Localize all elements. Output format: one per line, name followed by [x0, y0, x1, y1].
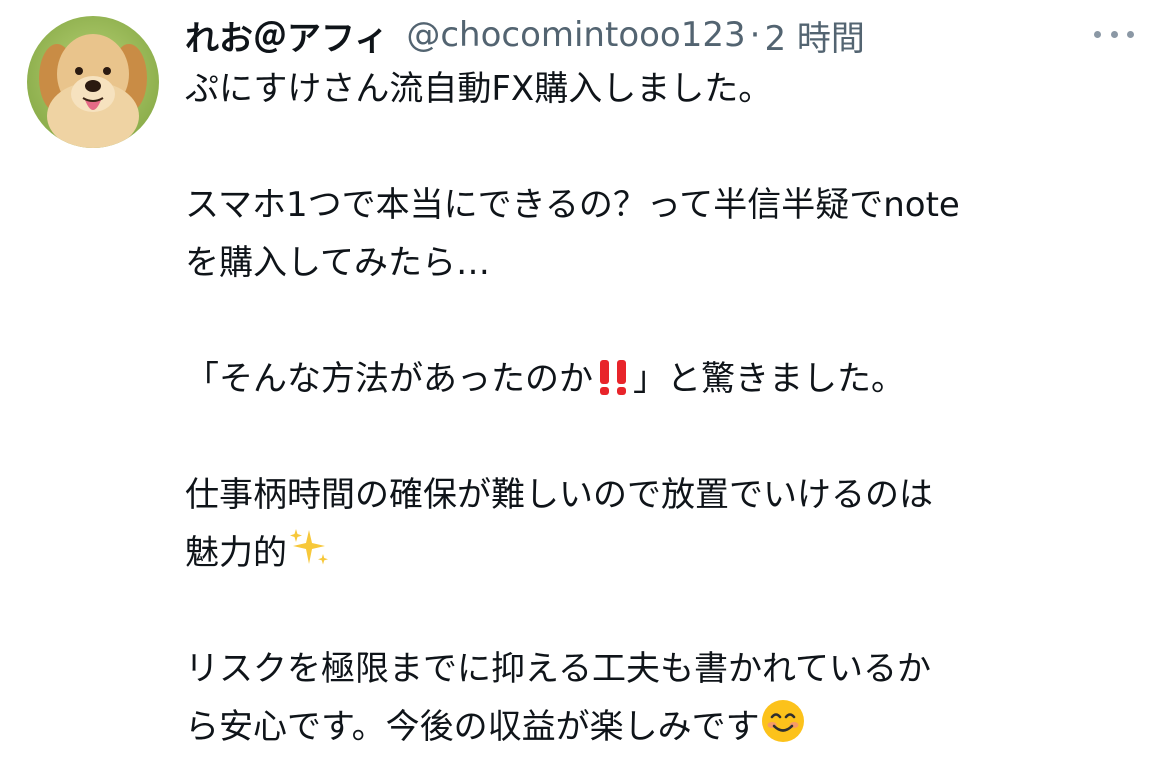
ellipsis-icon	[1127, 30, 1134, 38]
ellipsis-icon	[1094, 30, 1101, 38]
double-exclamation-icon	[593, 356, 633, 414]
display-name[interactable]: れお＠アフィ	[185, 11, 388, 60]
tweet-text-span: 」と驚きました。	[633, 359, 905, 399]
tweet-line: 「そんな方法があったのか 」と驚きました。	[185, 350, 1145, 408]
tweet-text: ぷにすけさん流自動FX購入しました。 スマホ1つで本当にできるの？って半信半疑で…	[185, 60, 1145, 756]
tweet-line: スマホ1つで本当にできるの？って半信半疑でnote	[185, 185, 960, 225]
sparkles-icon	[287, 526, 331, 588]
tweet-line: 仕事柄時間の確保が難しいので放置でいけるのは	[185, 475, 933, 515]
smiling-face-icon	[760, 698, 806, 762]
tweet-text-span: 魅力的	[185, 533, 287, 573]
dog-avatar-icon	[27, 16, 159, 148]
tweet-line: ら安心です。今後の収益が楽しみです	[185, 698, 1145, 756]
tweet-line: を購入してみたら…	[185, 243, 490, 283]
tweet-line: 魅力的	[185, 524, 1145, 582]
tweet-text-span: 「そんな方法があったのか	[185, 359, 593, 399]
user-avatar[interactable]	[27, 16, 159, 148]
more-options-button[interactable]	[1094, 20, 1134, 48]
ellipsis-icon	[1110, 30, 1118, 38]
tweet-line: リスクを極限までに抑える工夫も書かれているか	[185, 649, 931, 689]
tweet-text-span: ら安心です。今後の収益が楽しみです	[185, 707, 760, 747]
timestamp[interactable]: 2 時間	[764, 11, 864, 60]
tweet[interactable]: れお＠アフィ @chocomintooo123 · 2 時間 ぷにすけさん流自動…	[0, 0, 1170, 775]
tweet-line: ぷにすけさん流自動FX購入しました。	[185, 69, 773, 109]
user-handle[interactable]: @chocomintooo123	[406, 15, 745, 55]
separator: ·	[749, 15, 761, 55]
